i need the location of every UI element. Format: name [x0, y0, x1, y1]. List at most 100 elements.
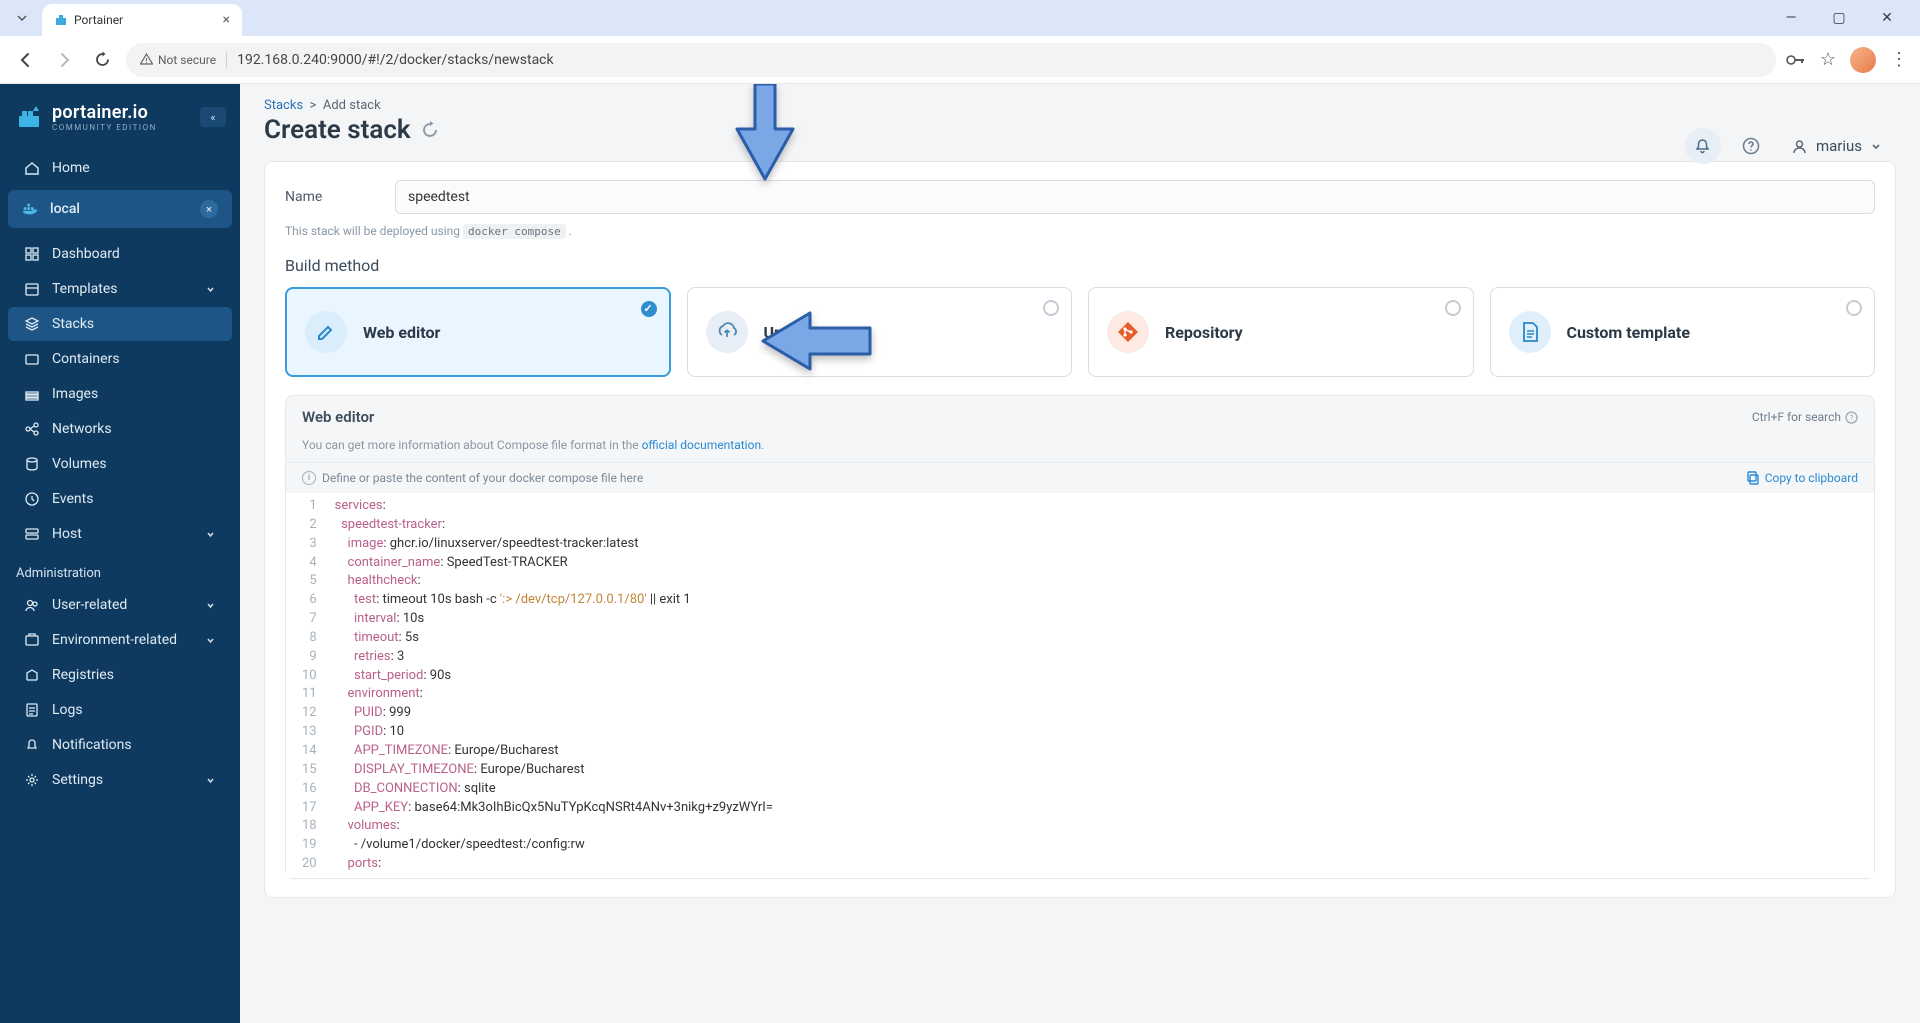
code-editor[interactable]: 1 2 3 4 5 6 7 8 9 10 11 12 13 14 15 16 1… [286, 493, 1874, 878]
url-bar[interactable]: Not secure 192.168.0.240:9000/#!/2/docke… [126, 43, 1776, 77]
method-upload[interactable]: Upload [687, 287, 1073, 377]
events-icon [24, 491, 40, 507]
chevron-down-icon [1870, 140, 1882, 152]
editor-title: Web editor [302, 408, 374, 426]
portainer-logo-icon [14, 102, 44, 132]
sidebar-item-stacks[interactable]: Stacks [8, 307, 232, 341]
minimize-button[interactable]: — [1776, 10, 1806, 26]
user-icon [1791, 138, 1808, 155]
security-indicator[interactable]: Not secure [140, 53, 216, 67]
window-controls: — ▢ ✕ [1776, 10, 1912, 26]
forward-button[interactable] [50, 46, 78, 74]
browser-toolbar: Not secure 192.168.0.240:9000/#!/2/docke… [0, 36, 1920, 84]
method-repository[interactable]: Repository [1088, 287, 1474, 377]
notifications-icon [24, 737, 40, 753]
breadcrumb-current: Add stack [323, 98, 381, 113]
upload-icon [706, 311, 748, 353]
sidebar-item-networks[interactable]: Networks [8, 412, 232, 446]
sidebar-item-notifications[interactable]: Notifications [8, 728, 232, 762]
host-icon [24, 526, 40, 542]
sidebar-item-host[interactable]: Host [8, 517, 232, 551]
method-web-editor[interactable]: Web editor [285, 287, 671, 377]
svg-text:?: ? [1850, 413, 1854, 422]
editor-placeholder-hint: Define or paste the content of your dock… [322, 471, 643, 485]
registries-icon [24, 667, 40, 683]
radio-selected-icon [641, 301, 657, 317]
breadcrumb-stacks[interactable]: Stacks [264, 98, 303, 113]
help-button[interactable] [1733, 128, 1769, 164]
form-help-text: This stack will be deployed using docker… [285, 224, 1875, 238]
page-title: Create stack [264, 115, 411, 145]
browser-menu-icon[interactable]: ⋮ [1890, 49, 1908, 70]
sidebar-item-home[interactable]: Home [8, 151, 232, 185]
password-key-icon[interactable] [1786, 53, 1806, 67]
docs-link[interactable]: official documentation [642, 438, 762, 452]
tab-title: Portainer [74, 13, 123, 27]
admin-section-title: Administration [0, 552, 240, 587]
close-tab-icon[interactable]: × [223, 12, 230, 28]
user-related-icon [24, 597, 40, 613]
profile-avatar[interactable] [1850, 47, 1876, 73]
maximize-button[interactable]: ▢ [1824, 10, 1854, 26]
environment-related-icon [24, 632, 40, 648]
annotation-arrow-left [755, 306, 875, 376]
sidebar-item-env-local[interactable]: local × [8, 190, 232, 228]
browser-tab[interactable]: Portainer × [42, 4, 242, 36]
user-menu[interactable]: marius [1781, 131, 1892, 161]
git-icon [1107, 311, 1149, 353]
bookmark-star-icon[interactable]: ☆ [1820, 49, 1836, 70]
sidebar-item-logs[interactable]: Logs [8, 693, 232, 727]
sidebar-item-dashboard[interactable]: Dashboard [8, 237, 232, 271]
template-icon [1509, 311, 1551, 353]
docker-icon [22, 201, 38, 217]
copy-to-clipboard-button[interactable]: Copy to clipboard [1746, 471, 1858, 485]
sidebar: portainer.io COMMUNITY EDITION « Home lo… [0, 84, 240, 1023]
containers-icon [24, 351, 40, 367]
sidebar-item-environment-related[interactable]: Environment-related [8, 623, 232, 657]
annotation-arrow-down [730, 84, 800, 187]
browser-tab-strip: Portainer × — ▢ ✕ [0, 0, 1920, 36]
settings-icon [24, 772, 40, 788]
dashboard-icon [24, 246, 40, 262]
info-icon: i [302, 471, 316, 485]
sidebar-item-events[interactable]: Events [8, 482, 232, 516]
close-env-icon[interactable]: × [200, 200, 218, 218]
tab-search-button[interactable] [8, 4, 36, 32]
warning-icon [140, 53, 153, 66]
radio-icon [1043, 300, 1059, 316]
editor-description: You can get more information about Compo… [286, 438, 1874, 462]
chevron-down-icon [205, 529, 216, 540]
logs-icon [24, 702, 40, 718]
chevron-down-icon [205, 775, 216, 786]
collapse-sidebar-button[interactable]: « [200, 107, 226, 127]
favicon-icon [54, 13, 68, 27]
close-window-button[interactable]: ✕ [1872, 10, 1902, 26]
images-icon [24, 386, 40, 402]
chevron-down-icon [205, 284, 216, 295]
reload-icon[interactable] [421, 121, 439, 139]
sidebar-item-volumes[interactable]: Volumes [8, 447, 232, 481]
chevron-down-icon [205, 600, 216, 611]
radio-icon [1445, 300, 1461, 316]
search-hint: Ctrl+F for search ? [1752, 410, 1858, 424]
sidebar-item-images[interactable]: Images [8, 377, 232, 411]
sidebar-item-registries[interactable]: Registries [8, 658, 232, 692]
sidebar-item-templates[interactable]: Templates [8, 272, 232, 306]
web-editor-panel: Web editor Ctrl+F for search ? You can g… [285, 395, 1875, 879]
stack-form-card: Name This stack will be deployed using d… [264, 161, 1896, 898]
main-content: Stacks > Add stack marius Create stack N… [240, 84, 1920, 1023]
method-custom-template[interactable]: Custom template [1490, 287, 1876, 377]
name-label: Name [285, 189, 375, 205]
stacks-icon [24, 316, 40, 332]
back-button[interactable] [12, 46, 40, 74]
stack-name-input[interactable] [395, 180, 1875, 214]
reload-button[interactable] [88, 46, 116, 74]
sidebar-item-user-related[interactable]: User-related [8, 588, 232, 622]
radio-icon [1846, 300, 1862, 316]
copy-icon [1746, 471, 1760, 485]
notifications-button[interactable] [1685, 128, 1721, 164]
edit-icon [305, 311, 347, 353]
sidebar-item-settings[interactable]: Settings [8, 763, 232, 797]
brand-edition: COMMUNITY EDITION [52, 123, 157, 132]
sidebar-item-containers[interactable]: Containers [8, 342, 232, 376]
